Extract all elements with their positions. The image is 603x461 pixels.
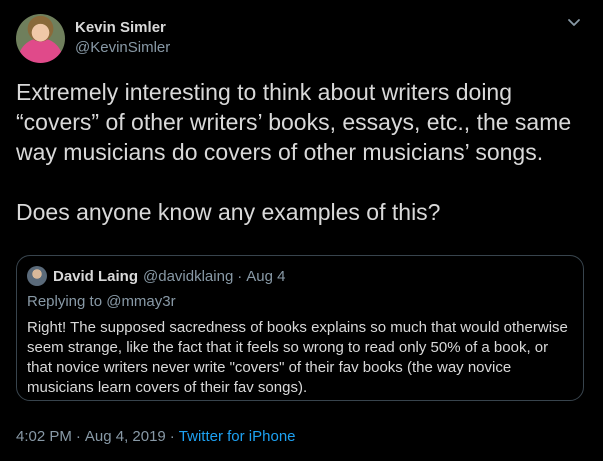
footer-separator: ·	[75, 428, 81, 445]
author-names: Kevin Simler @KevinSimler	[75, 18, 170, 58]
quoted-tweet-text: Right! The supposed sacredness of books …	[27, 319, 568, 396]
tweet-footer: 4:02 PM · Aug 4, 2019 · Twitter for iPho…	[16, 428, 296, 445]
quoted-replying-to: Replying to @mmay3r	[27, 293, 176, 310]
tweet-date[interactable]: Aug 4, 2019	[85, 428, 166, 445]
quoted-author-avatar	[27, 266, 47, 286]
tweet-header: Kevin Simler @KevinSimler	[16, 12, 587, 64]
quoted-date: Aug 4	[246, 267, 286, 285]
quoted-separator: ·	[237, 267, 243, 285]
footer-separator: ·	[169, 428, 175, 445]
tweet-text: Extremely interesting to think about wri…	[16, 79, 572, 225]
author-handle[interactable]: @KevinSimler	[75, 38, 170, 58]
tweet-time[interactable]: 4:02 PM	[16, 428, 72, 445]
quoted-tweet-header: David Laing @davidklaing · Aug 4	[27, 266, 573, 286]
tweet-source-link[interactable]: Twitter for iPhone	[179, 428, 296, 445]
author-display-name[interactable]: Kevin Simler	[75, 18, 170, 38]
tweet-card: Kevin Simler @KevinSimler Extremely inte…	[0, 0, 603, 461]
quoted-author-name: David Laing	[53, 267, 139, 285]
chevron-down-icon	[568, 19, 580, 26]
tweet-menu-button[interactable]	[565, 14, 583, 32]
quoted-author-handle: @davidklaing	[143, 267, 234, 285]
author-avatar[interactable]	[16, 13, 65, 63]
quoted-tweet[interactable]: David Laing @davidklaing · Aug 4 Replyin…	[16, 255, 584, 401]
